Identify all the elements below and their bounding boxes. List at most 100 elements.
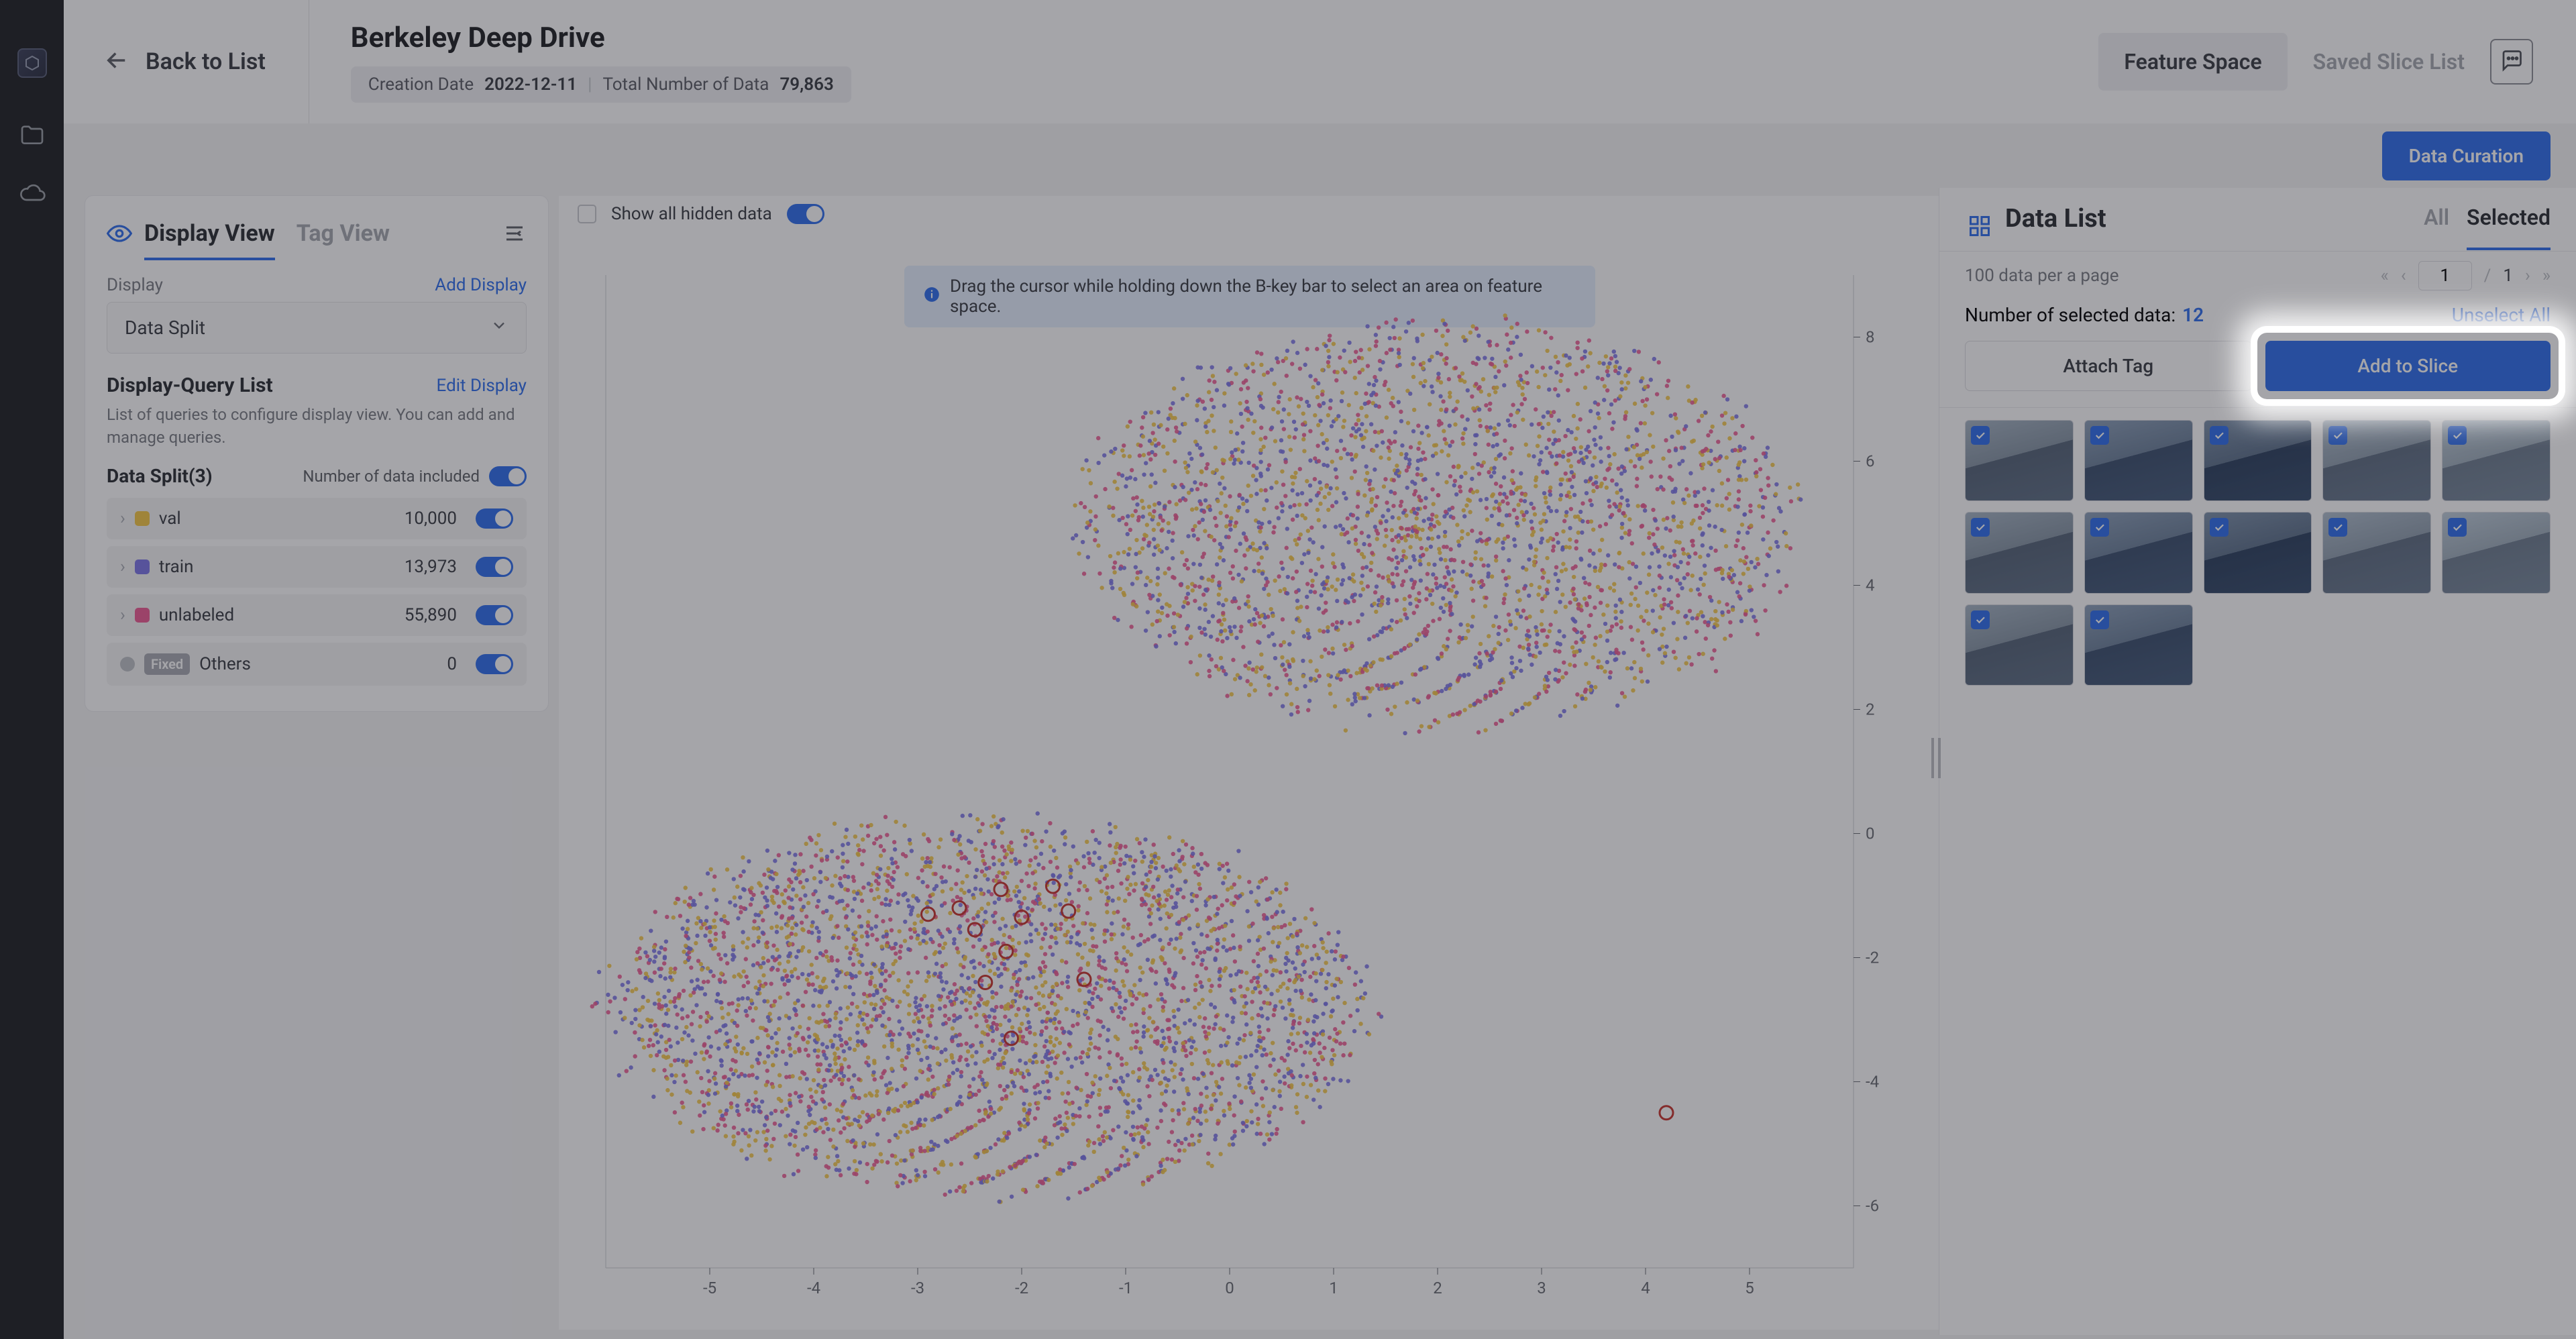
split-toggle[interactable]	[476, 605, 513, 625]
collapse-panel-icon[interactable]	[502, 221, 527, 248]
thumbnail[interactable]	[1965, 420, 2074, 501]
tab-tag-view[interactable]: Tag View	[297, 209, 390, 260]
comment-icon[interactable]	[2490, 39, 2533, 85]
check-icon[interactable]	[2448, 426, 2467, 445]
split-dot	[135, 608, 150, 623]
split-row-unlabeled[interactable]: › unlabeled 55,890	[107, 594, 527, 636]
sub-bar: Data Curation	[64, 123, 2576, 188]
svg-text:-2: -2	[1015, 1279, 1028, 1297]
check-icon[interactable]	[1971, 518, 1990, 537]
display-dropdown[interactable]: Data Split	[107, 302, 527, 354]
svg-text:2: 2	[1433, 1279, 1442, 1297]
split-dot	[135, 559, 150, 574]
split-name: train	[159, 557, 194, 577]
check-icon[interactable]	[1971, 426, 1990, 445]
split-toggle[interactable]	[476, 557, 513, 577]
grid-icon	[1968, 214, 1992, 241]
thumbnail[interactable]	[2084, 604, 2193, 686]
svg-text:4: 4	[1866, 576, 1875, 595]
check-icon[interactable]	[2090, 426, 2109, 445]
svg-text:0: 0	[1866, 824, 1875, 843]
add-display-link[interactable]: Add Display	[435, 275, 527, 295]
thumbnail[interactable]	[2084, 420, 2193, 501]
check-icon[interactable]	[2210, 426, 2229, 445]
data-list-title: Data List	[2005, 204, 2106, 251]
cloud-nav-icon[interactable]	[16, 177, 48, 209]
left-rail	[0, 0, 64, 1339]
svg-text:-2: -2	[1866, 949, 1879, 967]
dropdown-value: Data Split	[125, 317, 205, 339]
total-count-value: 79,863	[780, 74, 833, 95]
svg-text:-4: -4	[807, 1279, 820, 1297]
thumbnail[interactable]	[2322, 512, 2431, 593]
data-split-title: Data Split(3)	[107, 465, 213, 487]
svg-text:-4: -4	[1866, 1073, 1879, 1091]
check-icon[interactable]	[2090, 518, 2109, 537]
split-dot	[135, 511, 150, 526]
thumbnail[interactable]	[2204, 512, 2312, 593]
thumbnail[interactable]	[2442, 512, 2551, 593]
add-to-slice-button[interactable]: Add to Slice	[2265, 341, 2551, 391]
show-hidden-toggle[interactable]	[787, 204, 824, 224]
selected-count-label: Number of selected data:	[1965, 304, 2176, 326]
thumbnail[interactable]	[2084, 512, 2193, 593]
svg-text:8: 8	[1866, 328, 1875, 347]
check-icon[interactable]	[2328, 426, 2347, 445]
display-query-title: Display-Query List	[107, 374, 273, 397]
split-count: 13,973	[405, 557, 457, 577]
header-tabs: Feature Space Saved Slice List	[2098, 33, 2490, 91]
feature-space-canvas[interactable]: Show all hidden data Drag the cursor whi…	[559, 196, 1941, 1330]
data-curation-button[interactable]: Data Curation	[2382, 131, 2551, 180]
thumbnail[interactable]	[1965, 512, 2074, 593]
check-icon[interactable]	[2210, 518, 2229, 537]
app-logo[interactable]	[17, 48, 47, 78]
unselect-all-link[interactable]: Unselect All	[2452, 304, 2551, 326]
scatter-plot[interactable]: -6-4-202468-5-4-3-2-1012345	[579, 260, 1921, 1309]
thumbnail[interactable]	[2442, 420, 2551, 501]
tab-saved-slice-list[interactable]: Saved Slice List	[2288, 33, 2490, 91]
display-query-sub: List of queries to configure display vie…	[107, 404, 527, 449]
svg-text:-5: -5	[703, 1279, 716, 1297]
fixed-pill: Fixed	[144, 653, 190, 675]
page-last-icon[interactable]: »	[2542, 266, 2551, 286]
folder-nav-icon[interactable]	[16, 119, 48, 152]
split-row-train[interactable]: › train 13,973	[107, 546, 527, 588]
page-first-icon[interactable]: «	[2381, 266, 2389, 286]
check-icon[interactable]	[2448, 518, 2467, 537]
data-list-panel: Data List All Selected 100 data per a pa…	[1939, 188, 2576, 1335]
edit-display-link[interactable]: Edit Display	[437, 376, 527, 396]
attach-tag-button[interactable]: Attach Tag	[1965, 341, 2252, 391]
tab-selected[interactable]: Selected	[2467, 205, 2551, 250]
back-arrow-icon	[103, 46, 131, 77]
svg-text:-6: -6	[1866, 1197, 1879, 1216]
show-hidden-checkbox[interactable]	[578, 205, 596, 223]
page-total: 1	[2503, 266, 2513, 286]
page-next-icon[interactable]: ›	[2525, 266, 2530, 286]
back-to-list[interactable]: Back to List	[64, 0, 309, 123]
thumbnail[interactable]	[1965, 604, 2074, 686]
page-sep: /	[2484, 266, 2491, 286]
creation-date-value: 2022-12-11	[484, 74, 577, 95]
split-row-val[interactable]: › val 10,000	[107, 498, 527, 539]
thumbnail[interactable]	[2322, 420, 2431, 501]
check-icon[interactable]	[2328, 518, 2347, 537]
panel-body: Display Add Display Data Split Display-Q…	[85, 260, 548, 711]
tab-display-view[interactable]: Display View	[144, 209, 275, 260]
split-meta-toggle[interactable]	[489, 466, 527, 486]
page-input[interactable]	[2418, 261, 2472, 290]
thumbnail[interactable]	[2204, 420, 2312, 501]
svg-text:4: 4	[1641, 1279, 1650, 1297]
tab-feature-space[interactable]: Feature Space	[2098, 33, 2287, 91]
svg-text:6: 6	[1866, 452, 1875, 471]
split-toggle[interactable]	[476, 508, 513, 529]
resize-handle[interactable]	[1930, 738, 1943, 781]
others-toggle[interactable]	[476, 654, 513, 674]
check-icon[interactable]	[1971, 610, 1990, 629]
page-prev-icon[interactable]: ‹	[2401, 266, 2406, 286]
svg-text:-1: -1	[1119, 1279, 1132, 1297]
svg-text:2: 2	[1866, 700, 1875, 719]
chevron-right-icon: ›	[120, 605, 125, 625]
check-icon[interactable]	[2090, 610, 2109, 629]
thumbnail-grid	[1939, 408, 2576, 698]
tab-all[interactable]: All	[2424, 205, 2449, 250]
